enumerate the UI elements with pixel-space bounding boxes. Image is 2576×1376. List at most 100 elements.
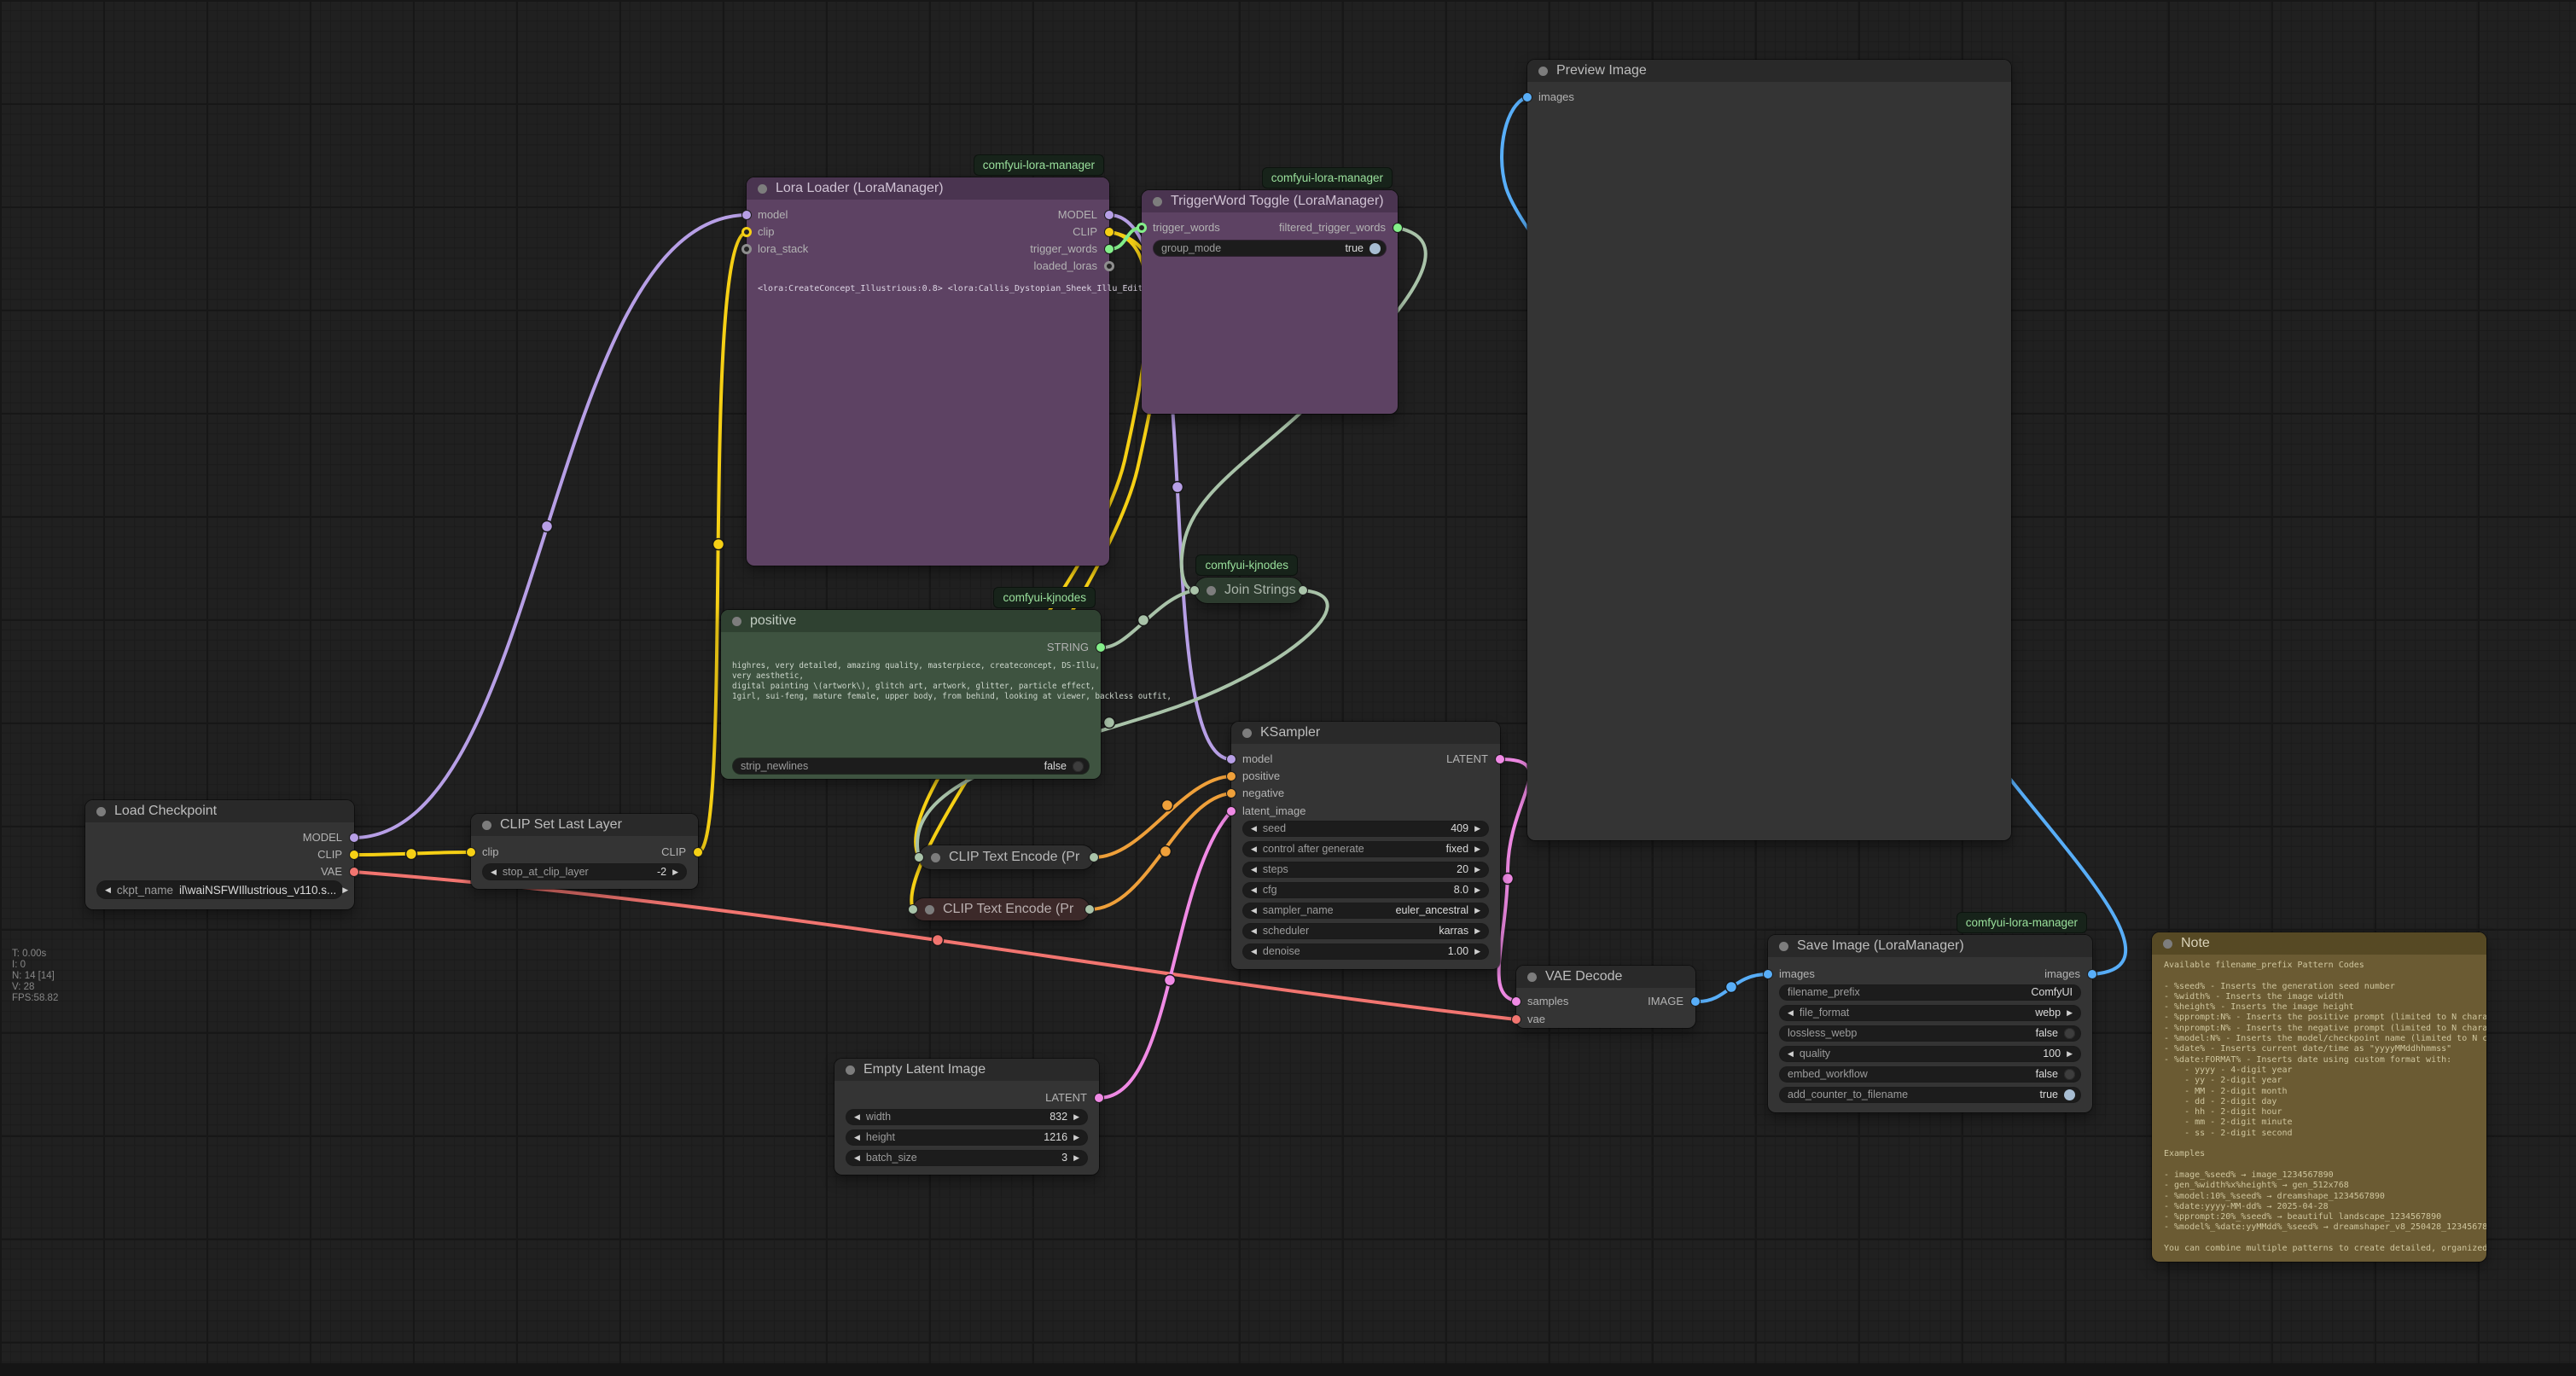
input-slot-lora-stack[interactable] [741,244,752,254]
node-note[interactable]: NoteAvailable filename_prefix Pattern Co… [2152,932,2486,1262]
decrement-arrow-icon[interactable]: ◀ [491,868,497,877]
decrement-arrow-icon[interactable]: ◀ [1251,947,1257,956]
widget-batch-size[interactable]: ◀batch_size3▶ [846,1151,1087,1165]
collapse-dot[interactable] [931,853,940,862]
widget-ckpt-name[interactable]: ◀ckpt_nameil\waiNSFWIllustrious_v110.s..… [97,881,342,898]
node-text-content[interactable]: highres, very detailed, amazing quality,… [732,661,1172,702]
node-titlebar[interactable]: Load Checkpoint [85,800,354,822]
output-slot-CLIP[interactable] [1104,227,1114,237]
output-slot-VAE[interactable] [349,867,359,877]
widget-filename-prefix[interactable]: filename_prefixComfyUI [1780,985,2080,1000]
output-slot-CLIP[interactable] [349,850,359,860]
output-slot-filtered-trigger-words[interactable] [1393,223,1403,233]
increment-arrow-icon[interactable]: ▶ [2067,1049,2073,1059]
input-slot-images[interactable] [1763,969,1773,979]
node-load-checkpoint[interactable]: Load CheckpointMODELCLIPVAE◀ckpt_nameil\… [85,800,354,909]
toggle-knob-icon[interactable] [2064,1028,2075,1039]
node-ksampler[interactable]: KSamplermodelpositivenegativelatent_imag… [1231,722,1500,969]
decrement-arrow-icon[interactable]: ◀ [854,1133,860,1142]
node-titlebar[interactable]: Preview Image [1527,60,2011,82]
increment-arrow-icon[interactable]: ▶ [342,885,348,895]
graph-canvas[interactable]: Load CheckpointMODELCLIPVAE◀ckpt_nameil\… [0,0,2576,1376]
widget-sampler-name[interactable]: ◀sampler_nameeuler_ancestral▶ [1243,903,1488,918]
node-titlebar[interactable]: TriggerWord Toggle (LoraManager) [1142,190,1398,212]
increment-arrow-icon[interactable]: ▶ [1073,1153,1079,1163]
input-slot-images[interactable] [1522,92,1532,102]
input-slot-vae[interactable] [1511,1014,1521,1025]
toggle-knob-icon[interactable] [2064,1069,2075,1080]
collapse-dot[interactable] [482,821,491,830]
node-clip-text-encode-positive[interactable]: CLIP Text Encode (Pr [919,845,1094,869]
widget-control-after-generate[interactable]: ◀control after generatefixed▶ [1243,842,1488,856]
increment-arrow-icon[interactable]: ▶ [1474,865,1480,874]
output-slot-trigger-words[interactable] [1104,244,1114,254]
increment-arrow-icon[interactable]: ▶ [1474,906,1480,915]
increment-arrow-icon[interactable]: ▶ [672,868,678,877]
collapse-dot[interactable] [732,617,741,626]
input-slot-clip[interactable] [741,227,752,237]
increment-arrow-icon[interactable]: ▶ [1474,885,1480,895]
collapse-dot[interactable] [1527,972,1537,982]
output-slot-IMAGE[interactable] [1690,996,1701,1007]
node-titlebar[interactable]: Empty Latent Image [834,1059,1099,1081]
input-slot-latent-image[interactable] [1226,806,1236,816]
increment-arrow-icon[interactable]: ▶ [2067,1008,2073,1018]
node-positive-prompt[interactable]: positiveSTRINGstrip_newlinesfalsehighres… [721,610,1101,779]
node-lora-loader[interactable]: Lora Loader (LoraManager)modelcliplora_s… [747,177,1109,566]
widget-strip-newlines[interactable]: strip_newlinesfalse [733,758,1089,774]
collapsed-input-dot[interactable] [908,904,918,914]
input-slot-trigger-words[interactable] [1137,223,1147,233]
output-slot-STRING[interactable] [1096,642,1106,653]
collapse-dot[interactable] [1779,942,1788,951]
increment-arrow-icon[interactable]: ▶ [1073,1133,1079,1142]
input-slot-model[interactable] [741,210,752,220]
collapse-dot[interactable] [1207,586,1216,595]
node-clip-set-last-layer[interactable]: CLIP Set Last LayerclipCLIP◀stop_at_clip… [471,814,698,889]
input-slot-clip[interactable] [466,847,476,857]
output-slot-loaded-loras[interactable] [1104,261,1114,271]
node-titlebar[interactable]: Lora Loader (LoraManager) [747,177,1109,200]
widget-embed-workflow[interactable]: embed_workflowfalse [1780,1067,2080,1082]
decrement-arrow-icon[interactable]: ◀ [1788,1049,1794,1059]
output-slot-MODEL[interactable] [349,833,359,843]
decrement-arrow-icon[interactable]: ◀ [854,1153,860,1163]
collapsed-input-dot[interactable] [1189,585,1200,595]
node-preview-image[interactable]: Preview Imageimages [1527,60,2011,840]
widget-height[interactable]: ◀height1216▶ [846,1130,1087,1145]
widget-lossless-webp[interactable]: lossless_webpfalse [1780,1026,2080,1041]
collapse-dot[interactable] [1153,197,1162,206]
toggle-knob-icon[interactable] [1073,761,1084,772]
collapsed-output-dot[interactable] [1089,852,1099,862]
decrement-arrow-icon[interactable]: ◀ [1251,824,1257,833]
output-slot-MODEL[interactable] [1104,210,1114,220]
decrement-arrow-icon[interactable]: ◀ [105,885,111,895]
collapse-dot[interactable] [1538,67,1548,76]
node-vae-decode[interactable]: VAE DecodesamplesvaeIMAGE [1516,966,1695,1028]
widget-file-format[interactable]: ◀file_formatwebp▶ [1780,1006,2080,1020]
widget-group-mode[interactable]: group_modetrue [1154,241,1386,256]
widget-quality[interactable]: ◀quality100▶ [1780,1047,2080,1061]
node-join-strings[interactable]: Join Strings [1195,578,1303,603]
toggle-knob-icon[interactable] [1369,243,1381,254]
node-triggerword-toggle[interactable]: TriggerWord Toggle (LoraManager)trigger_… [1142,190,1398,414]
widget-width[interactable]: ◀width832▶ [846,1110,1087,1124]
widget-seed[interactable]: ◀seed409▶ [1243,822,1488,836]
widget-scheduler[interactable]: ◀schedulerkarras▶ [1243,924,1488,938]
node-titlebar[interactable]: VAE Decode [1516,966,1695,988]
decrement-arrow-icon[interactable]: ◀ [1251,926,1257,936]
output-slot-LATENT[interactable] [1094,1093,1104,1103]
widget-steps[interactable]: ◀steps20▶ [1243,862,1488,877]
node-text-content[interactable]: <lora:CreateConcept_Illustrious:0.8> <lo… [758,283,1184,294]
decrement-arrow-icon[interactable]: ◀ [1251,865,1257,874]
increment-arrow-icon[interactable]: ▶ [1474,947,1480,956]
input-slot-negative[interactable] [1226,788,1236,798]
collapsed-output-dot[interactable] [1084,904,1095,914]
collapse-dot[interactable] [758,184,767,194]
node-titlebar[interactable]: CLIP Set Last Layer [471,814,698,836]
decrement-arrow-icon[interactable]: ◀ [854,1112,860,1122]
collapse-dot[interactable] [846,1065,855,1075]
node-text-content[interactable]: Available filename_prefix Pattern Codes … [2164,961,2486,1254]
node-titlebar[interactable]: Save Image (LoraManager) [1768,935,2092,957]
decrement-arrow-icon[interactable]: ◀ [1788,1008,1794,1018]
widget-denoise[interactable]: ◀denoise1.00▶ [1243,944,1488,959]
